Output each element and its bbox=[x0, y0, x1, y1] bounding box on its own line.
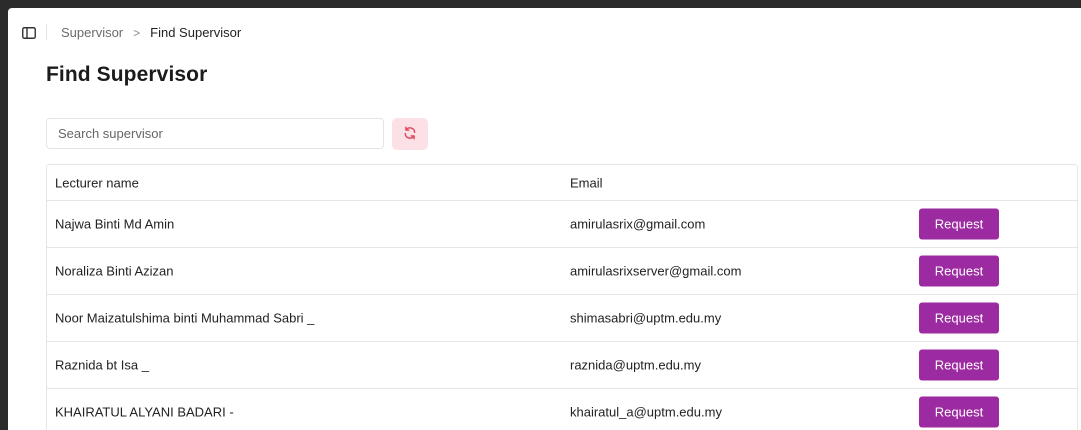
lecturer-email: amirulasrix@gmail.com bbox=[570, 216, 706, 232]
refresh-button[interactable] bbox=[392, 118, 428, 150]
lecturer-name: Raznida bt Isa _ bbox=[55, 357, 149, 373]
table-row: Raznida bt Isa _ raznida@uptm.edu.my Req… bbox=[47, 342, 1077, 389]
lecturer-email: raznida@uptm.edu.my bbox=[570, 357, 701, 373]
breadcrumb-supervisor-link[interactable]: Supervisor bbox=[61, 25, 123, 40]
topbar-divider bbox=[46, 24, 47, 40]
top-bar: Supervisor > Find Supervisor bbox=[8, 8, 1081, 56]
request-button[interactable]: Request bbox=[919, 349, 999, 381]
breadcrumb-separator: > bbox=[133, 25, 141, 40]
search-input[interactable] bbox=[46, 118, 384, 149]
supervisor-table: Lecturer name Email Najwa Binti Md Amin … bbox=[46, 164, 1078, 430]
lecturer-email: shimasabri@uptm.edu.my bbox=[570, 310, 722, 326]
table-header-row: Lecturer name Email bbox=[47, 165, 1077, 201]
request-button[interactable]: Request bbox=[919, 208, 999, 240]
page-title: Find Supervisor bbox=[46, 63, 208, 86]
breadcrumb-current: Find Supervisor bbox=[150, 25, 242, 40]
breadcrumb: Supervisor > Find Supervisor bbox=[61, 25, 241, 40]
refresh-icon bbox=[403, 125, 417, 143]
header-email: Email bbox=[570, 175, 603, 190]
table-row: Najwa Binti Md Amin amirulasrix@gmail.co… bbox=[47, 201, 1077, 248]
request-button[interactable]: Request bbox=[919, 396, 999, 428]
table-row: Noor Maizatulshima binti Muhammad Sabri … bbox=[47, 295, 1077, 342]
request-button[interactable]: Request bbox=[919, 255, 999, 287]
app-window: Supervisor > Find Supervisor Find Superv… bbox=[8, 8, 1081, 430]
lecturer-email: amirulasrixserver@gmail.com bbox=[570, 263, 742, 279]
lecturer-name: Najwa Binti Md Amin bbox=[55, 216, 175, 232]
header-lecturer-name: Lecturer name bbox=[55, 175, 139, 190]
table-row: Noraliza Binti Azizan amirulasrixserver@… bbox=[47, 248, 1077, 295]
request-button[interactable]: Request bbox=[919, 302, 999, 334]
lecturer-email: khairatul_a@uptm.edu.my bbox=[570, 404, 722, 420]
lecturer-name: Noor Maizatulshima binti Muhammad Sabri … bbox=[55, 310, 315, 326]
lecturer-name: KHAIRATUL ALYANI BADARI - bbox=[55, 404, 234, 420]
sidebar-toggle-icon[interactable] bbox=[22, 26, 36, 39]
table-row: KHAIRATUL ALYANI BADARI - khairatul_a@up… bbox=[47, 389, 1077, 430]
lecturer-name: Noraliza Binti Azizan bbox=[55, 263, 174, 279]
